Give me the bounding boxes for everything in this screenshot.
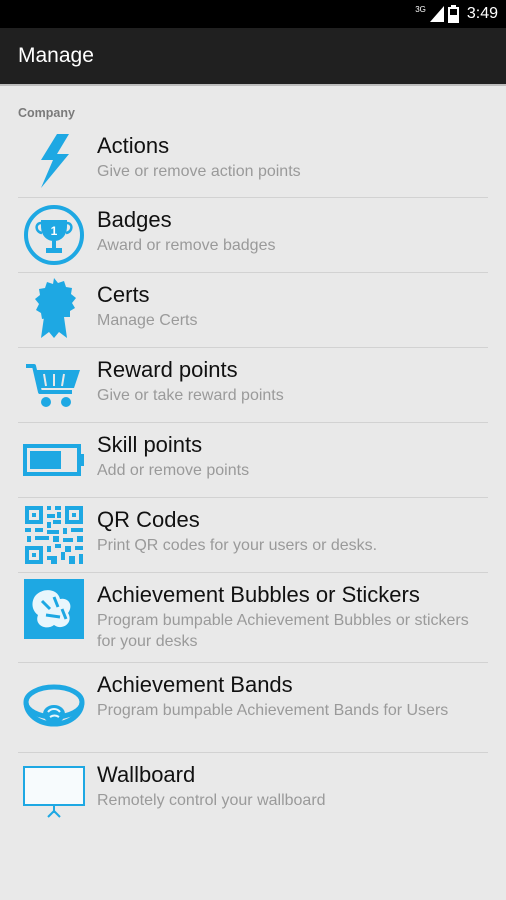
item-subtitle: Manage Certs <box>97 312 198 329</box>
status-icons: 3G 3:49 <box>415 0 498 28</box>
item-subtitle: Give or take reward points <box>97 387 284 404</box>
lightning-icon <box>22 129 86 193</box>
list-item-wallboard[interactable]: Wallboard Remotely control your wallboar… <box>0 753 506 827</box>
item-subtitle: Award or remove badges <box>97 237 276 254</box>
item-subtitle: Remotely control your wallboard <box>97 792 326 809</box>
item-title: Badges <box>97 207 172 232</box>
signal-icon <box>429 6 444 22</box>
list-item-badges[interactable]: 1 Badges Award or remove badges <box>0 198 506 273</box>
trophy-badge-icon: 1 <box>22 203 86 267</box>
item-subtitle: Print QR codes for your users or desks. <box>97 537 378 554</box>
item-subtitle: Program bumpable Achievement Bubbles or … <box>97 612 469 650</box>
item-title: Skill points <box>97 432 203 457</box>
item-title: Achievement Bubbles or Stickers <box>97 582 420 607</box>
item-title: QR Codes <box>97 507 200 532</box>
action-bar: Manage <box>0 28 506 86</box>
badge-number: 1 <box>51 224 58 238</box>
wallboard-icon <box>22 759 86 823</box>
item-title: Certs <box>97 282 150 307</box>
list-item-achievement-bands[interactable]: Achievement Bands Program bumpable Achie… <box>0 663 506 753</box>
item-title: Wallboard <box>97 762 196 787</box>
item-subtitle: Give or remove action points <box>97 163 301 180</box>
page-title: Manage <box>18 44 94 67</box>
list-item-skill-points[interactable]: Skill points Add or remove points <box>0 423 506 498</box>
clock: 3:49 <box>466 5 498 22</box>
qr-code-icon <box>22 503 86 567</box>
wristband-icon <box>22 673 86 737</box>
network-type: 3G <box>415 5 426 14</box>
list-item-qr-codes[interactable]: QR Codes Print QR codes for your users o… <box>0 498 506 573</box>
battery-icon <box>22 428 86 492</box>
item-subtitle: Program bumpable Achievement Bands for U… <box>97 702 449 719</box>
battery-status-icon <box>447 5 459 23</box>
item-title: Actions <box>97 133 170 158</box>
item-title: Achievement Bands <box>97 672 293 697</box>
section-header: Company <box>18 106 75 120</box>
list-item-reward-points[interactable]: Reward points Give or take reward points <box>0 348 506 423</box>
sticker-icon <box>22 577 86 641</box>
rosette-icon <box>22 276 86 340</box>
status-bar: 3G 3:49 <box>0 0 506 28</box>
manage-list: Actions Give or remove action points 1 B… <box>0 124 506 827</box>
item-subtitle: Add or remove points <box>97 462 250 479</box>
list-item-achievement-bubbles[interactable]: Achievement Bubbles or Stickers Program … <box>0 573 506 663</box>
item-title: Reward points <box>97 357 238 382</box>
list-item-certs[interactable]: Certs Manage Certs <box>0 273 506 348</box>
cart-icon <box>22 352 86 416</box>
list-item-actions[interactable]: Actions Give or remove action points <box>0 124 506 198</box>
